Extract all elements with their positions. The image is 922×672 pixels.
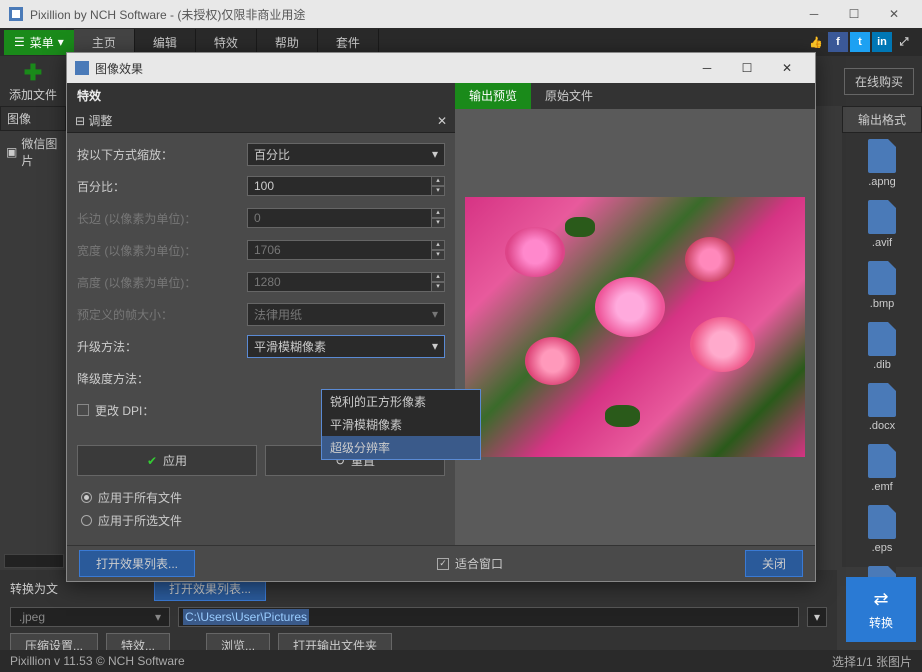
- facebook-icon[interactable]: f: [828, 32, 848, 52]
- file-icon: [868, 444, 896, 478]
- spin-up-icon[interactable]: ▴: [431, 176, 445, 186]
- file-icon: [868, 505, 896, 539]
- height-spinner: 1280: [247, 272, 432, 292]
- dialog-footer: 打开效果列表... ✓适合窗口 关闭: [67, 545, 815, 581]
- minimize-button[interactable]: ─: [794, 0, 834, 28]
- format-item[interactable]: .dib: [842, 316, 922, 377]
- app-icon: [8, 6, 24, 22]
- long-side-label: 长边 (以像素为单位)：: [77, 210, 247, 227]
- convert-to-label: 转换为文: [10, 580, 58, 597]
- file-icon: [868, 322, 896, 356]
- downscale-label: 降级度方法：: [77, 370, 247, 387]
- dropdown-option[interactable]: 平滑模糊像素: [322, 413, 480, 436]
- format-item[interactable]: .eps: [842, 499, 922, 560]
- dropdown-option[interactable]: 锐利的正方形像素: [322, 390, 480, 413]
- format-item[interactable]: .emf: [842, 438, 922, 499]
- file-icon: [868, 383, 896, 417]
- selection-label: 选择1/1 张图片: [832, 653, 912, 670]
- upscale-combo[interactable]: 平滑模糊像素▾: [247, 335, 445, 358]
- chevron-down-icon[interactable]: ▾: [807, 607, 827, 627]
- width-label: 宽度 (以像素为单位)：: [77, 242, 247, 259]
- format-item[interactable]: .bmp: [842, 255, 922, 316]
- plus-icon: ✚: [24, 60, 42, 86]
- dialog-titlebar: 图像效果 ─ ☐ ✕: [67, 53, 815, 83]
- remove-section-icon[interactable]: ✕: [437, 114, 447, 128]
- chevron-down-icon: ▾: [432, 147, 438, 161]
- close-button[interactable]: ✕: [874, 0, 914, 28]
- preview-panel: [455, 109, 815, 545]
- tab-output-preview[interactable]: 输出预览: [455, 83, 531, 109]
- main-titlebar: Pixillion by NCH Software - (未授权)仅限非商业用途…: [0, 0, 922, 28]
- left-panel: 图像 ▣ 微信图片: [0, 106, 66, 173]
- tab-original-file[interactable]: 原始文件: [531, 83, 607, 109]
- collapse-icon: ⊟: [75, 114, 85, 128]
- twitter-icon[interactable]: t: [850, 32, 870, 52]
- add-file-button[interactable]: ✚ 添加文件: [8, 60, 58, 103]
- version-label: Pixillion v 11.53 © NCH Software: [10, 654, 185, 668]
- format-item[interactable]: .docx: [842, 377, 922, 438]
- maximize-button[interactable]: ☐: [834, 0, 874, 28]
- file-icon: [868, 139, 896, 173]
- file-icon: [868, 200, 896, 234]
- chevron-down-icon: ▾: [155, 610, 161, 624]
- dialog-title: 图像效果: [95, 60, 143, 77]
- format-panel: 输出格式 .apng.avif.bmp.dib.docx.emf.eps.gif: [842, 106, 922, 567]
- dialog-subheader: 特效 输出预览 原始文件: [67, 83, 815, 109]
- long-side-spinner: 0: [247, 208, 432, 228]
- dropdown-option[interactable]: 超级分辨率: [322, 436, 480, 459]
- dialog-icon: [75, 61, 89, 75]
- image-column-header[interactable]: 图像: [0, 106, 66, 131]
- image-icon: ▣: [6, 145, 17, 159]
- format-select[interactable]: .jpeg ▾: [10, 607, 170, 627]
- apply-button[interactable]: ✔应用: [77, 445, 257, 476]
- apply-selected-radio[interactable]: 应用于所选文件: [81, 512, 441, 529]
- effects-settings-panel: ⊟ 调整 ✕ 按以下方式缩放： 百分比▾ 百分比： 100▴▾ 长边 (以像素为…: [67, 109, 455, 545]
- statusbar: Pixillion v 11.53 © NCH Software 选择1/1 张…: [0, 650, 922, 672]
- effects-tab-label: 特效: [67, 83, 455, 109]
- dialog-minimize-button[interactable]: ─: [687, 54, 727, 82]
- change-dpi-label: 更改 DPI：: [95, 402, 154, 419]
- linkedin-icon[interactable]: in: [872, 32, 892, 52]
- open-effects-list-button[interactable]: 打开效果列表...: [79, 550, 195, 577]
- percent-spinner[interactable]: 100: [247, 176, 432, 196]
- image-effects-dialog: 图像效果 ─ ☐ ✕ 特效 输出预览 原始文件 ⊟ 调整 ✕ 按以下方式缩放： …: [66, 52, 816, 582]
- check-icon: ✔: [147, 454, 157, 468]
- preset-combo: 法律用纸▾: [247, 303, 445, 326]
- format-item[interactable]: .apng: [842, 133, 922, 194]
- image-list-item[interactable]: ▣ 微信图片: [0, 131, 66, 173]
- chevron-down-icon: ▾: [432, 339, 438, 353]
- dialog-close-button[interactable]: ✕: [767, 54, 807, 82]
- output-path-input[interactable]: C:\Users\User\Pictures: [178, 607, 799, 627]
- apply-all-radio[interactable]: 应用于所有文件: [81, 489, 441, 506]
- scale-by-combo[interactable]: 百分比▾: [247, 143, 445, 166]
- convert-icon: ⇄: [873, 589, 888, 610]
- upscale-dropdown-list: 锐利的正方形像素 平滑模糊像素 超级分辨率: [321, 389, 481, 460]
- horizontal-scrollbar[interactable]: [4, 554, 64, 568]
- chevron-down-icon: ▾: [58, 35, 64, 49]
- expand-icon[interactable]: ⤢: [894, 32, 914, 52]
- file-icon: [868, 261, 896, 295]
- fit-window-checkbox[interactable]: ✓适合窗口: [437, 555, 503, 572]
- preset-label: 预定义的帧大小：: [77, 306, 247, 323]
- width-spinner: 1706: [247, 240, 432, 260]
- like-icon[interactable]: 👍: [806, 32, 826, 52]
- change-dpi-checkbox[interactable]: [77, 404, 89, 416]
- hamburger-icon: ☰: [14, 35, 25, 49]
- percent-label: 百分比：: [77, 178, 247, 195]
- format-item[interactable]: .avif: [842, 194, 922, 255]
- spin-down-icon[interactable]: ▾: [431, 186, 445, 196]
- preview-image: [465, 197, 805, 457]
- window-title: Pixillion by NCH Software - (未授权)仅限非商业用途: [30, 6, 305, 23]
- adjust-section-header[interactable]: ⊟ 调整 ✕: [67, 109, 455, 133]
- scale-by-label: 按以下方式缩放：: [77, 146, 247, 163]
- buy-online-button[interactable]: 在线购买: [844, 68, 914, 95]
- bottom-panel: 转换为文 打开效果列表... .jpeg ▾ C:\Users\User\Pic…: [0, 570, 837, 650]
- dialog-maximize-button[interactable]: ☐: [727, 54, 767, 82]
- main-menu-button[interactable]: ☰ 菜单 ▾: [4, 30, 74, 55]
- format-header: 输出格式: [842, 106, 922, 133]
- convert-button[interactable]: ⇄ 转换: [846, 577, 916, 642]
- upscale-label: 升级方法：: [77, 338, 247, 355]
- height-label: 高度 (以像素为单位)：: [77, 274, 247, 291]
- close-dialog-button[interactable]: 关闭: [745, 550, 803, 577]
